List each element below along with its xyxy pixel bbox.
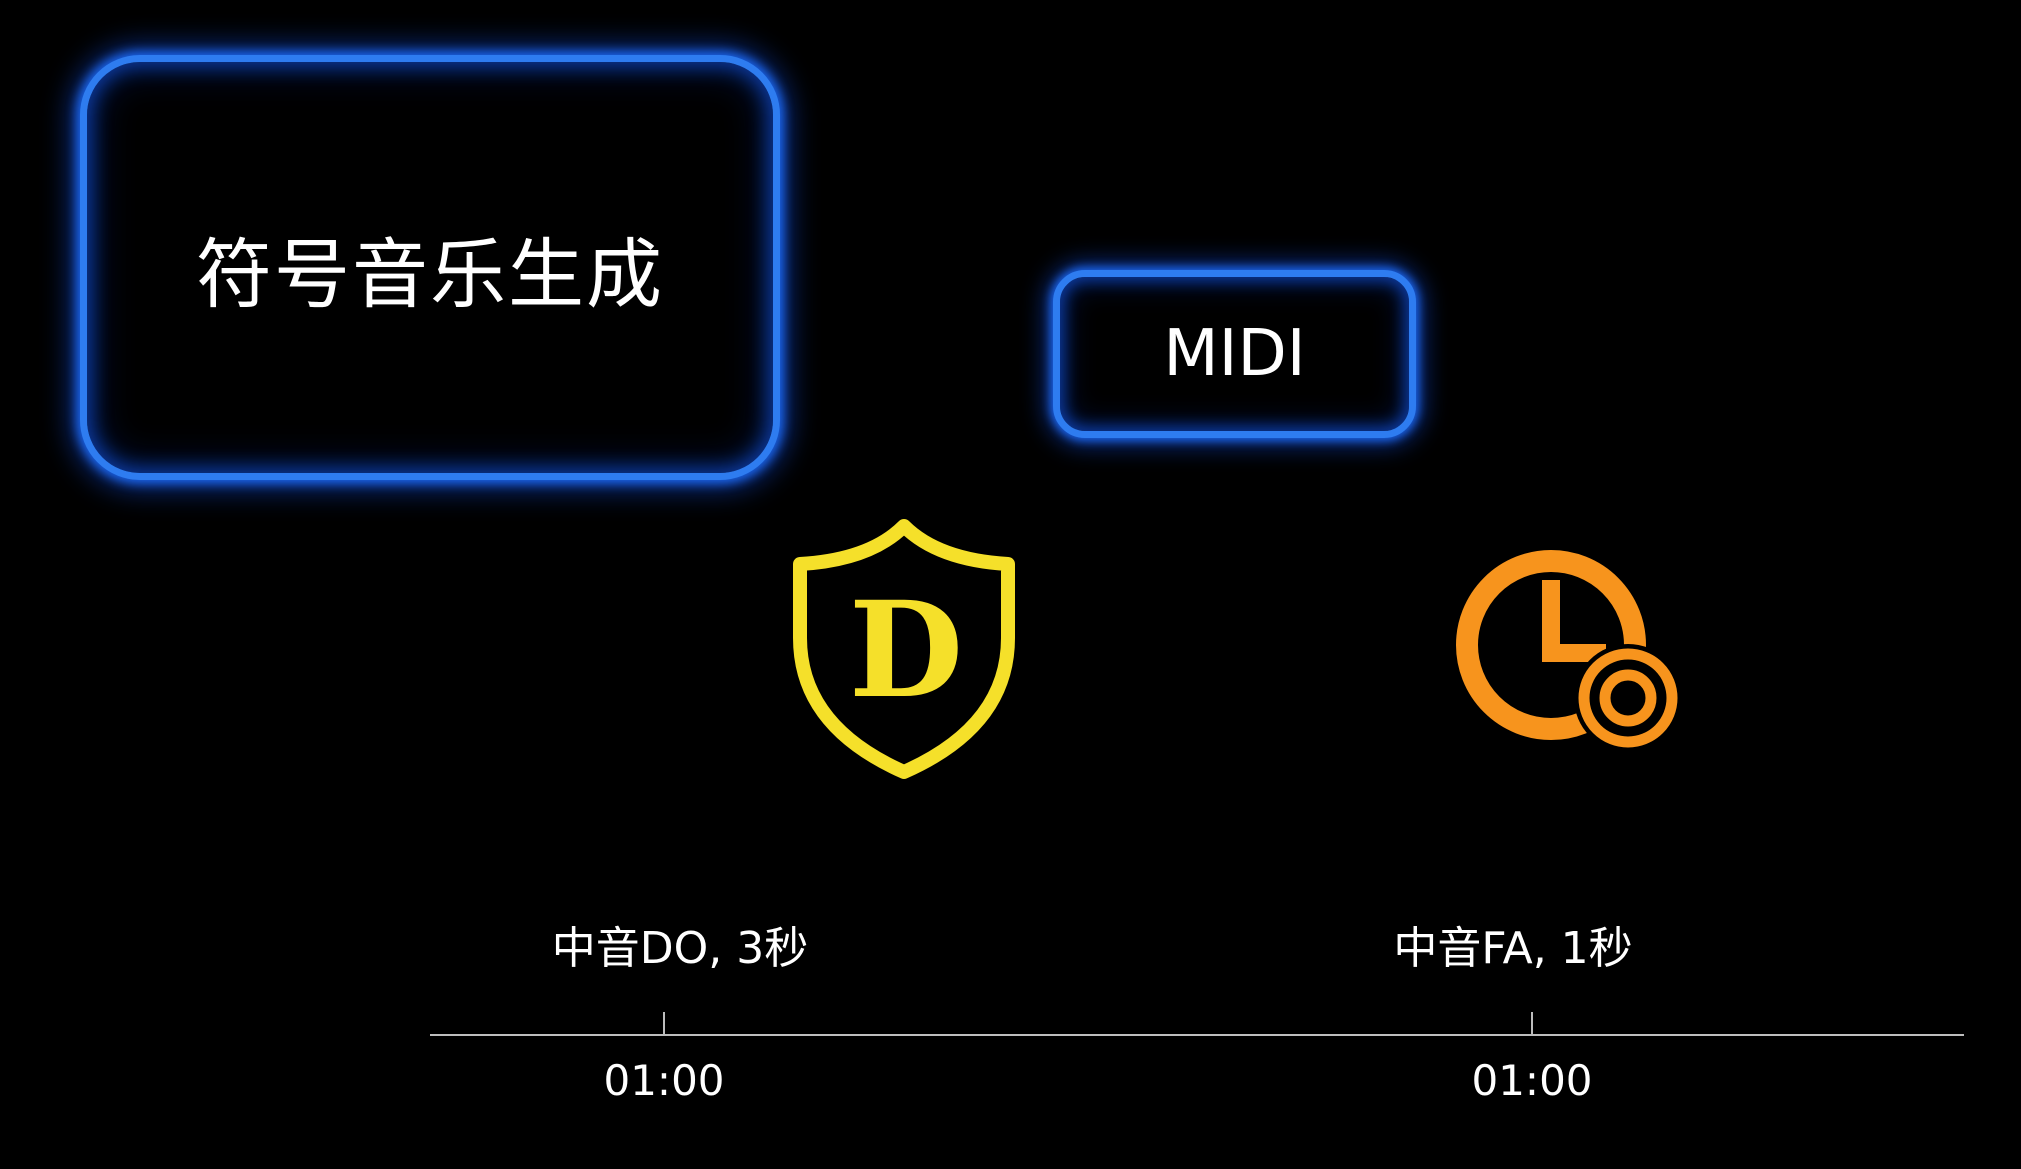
clock-icon (1456, 550, 1682, 752)
timeline-axis (430, 1034, 1964, 1036)
timeline-tick-label: 01:00 (603, 1056, 725, 1105)
title-box: 符号音乐生成 (80, 55, 780, 480)
timeline-tick (663, 1012, 665, 1035)
shield-letter: D (849, 573, 963, 728)
timeline-tick (1531, 1012, 1533, 1035)
event-label-do: 中音DO, 3秒 (551, 923, 809, 974)
midi-box-label: MIDI (1163, 317, 1306, 391)
midi-box: MIDI (1053, 270, 1416, 438)
event-label-fa: 中音FA, 1秒 (1393, 923, 1633, 974)
timeline-tick-label: 01:00 (1471, 1056, 1593, 1105)
title-box-label: 符号音乐生成 (196, 229, 664, 319)
shield-d-icon: D (793, 519, 1015, 779)
